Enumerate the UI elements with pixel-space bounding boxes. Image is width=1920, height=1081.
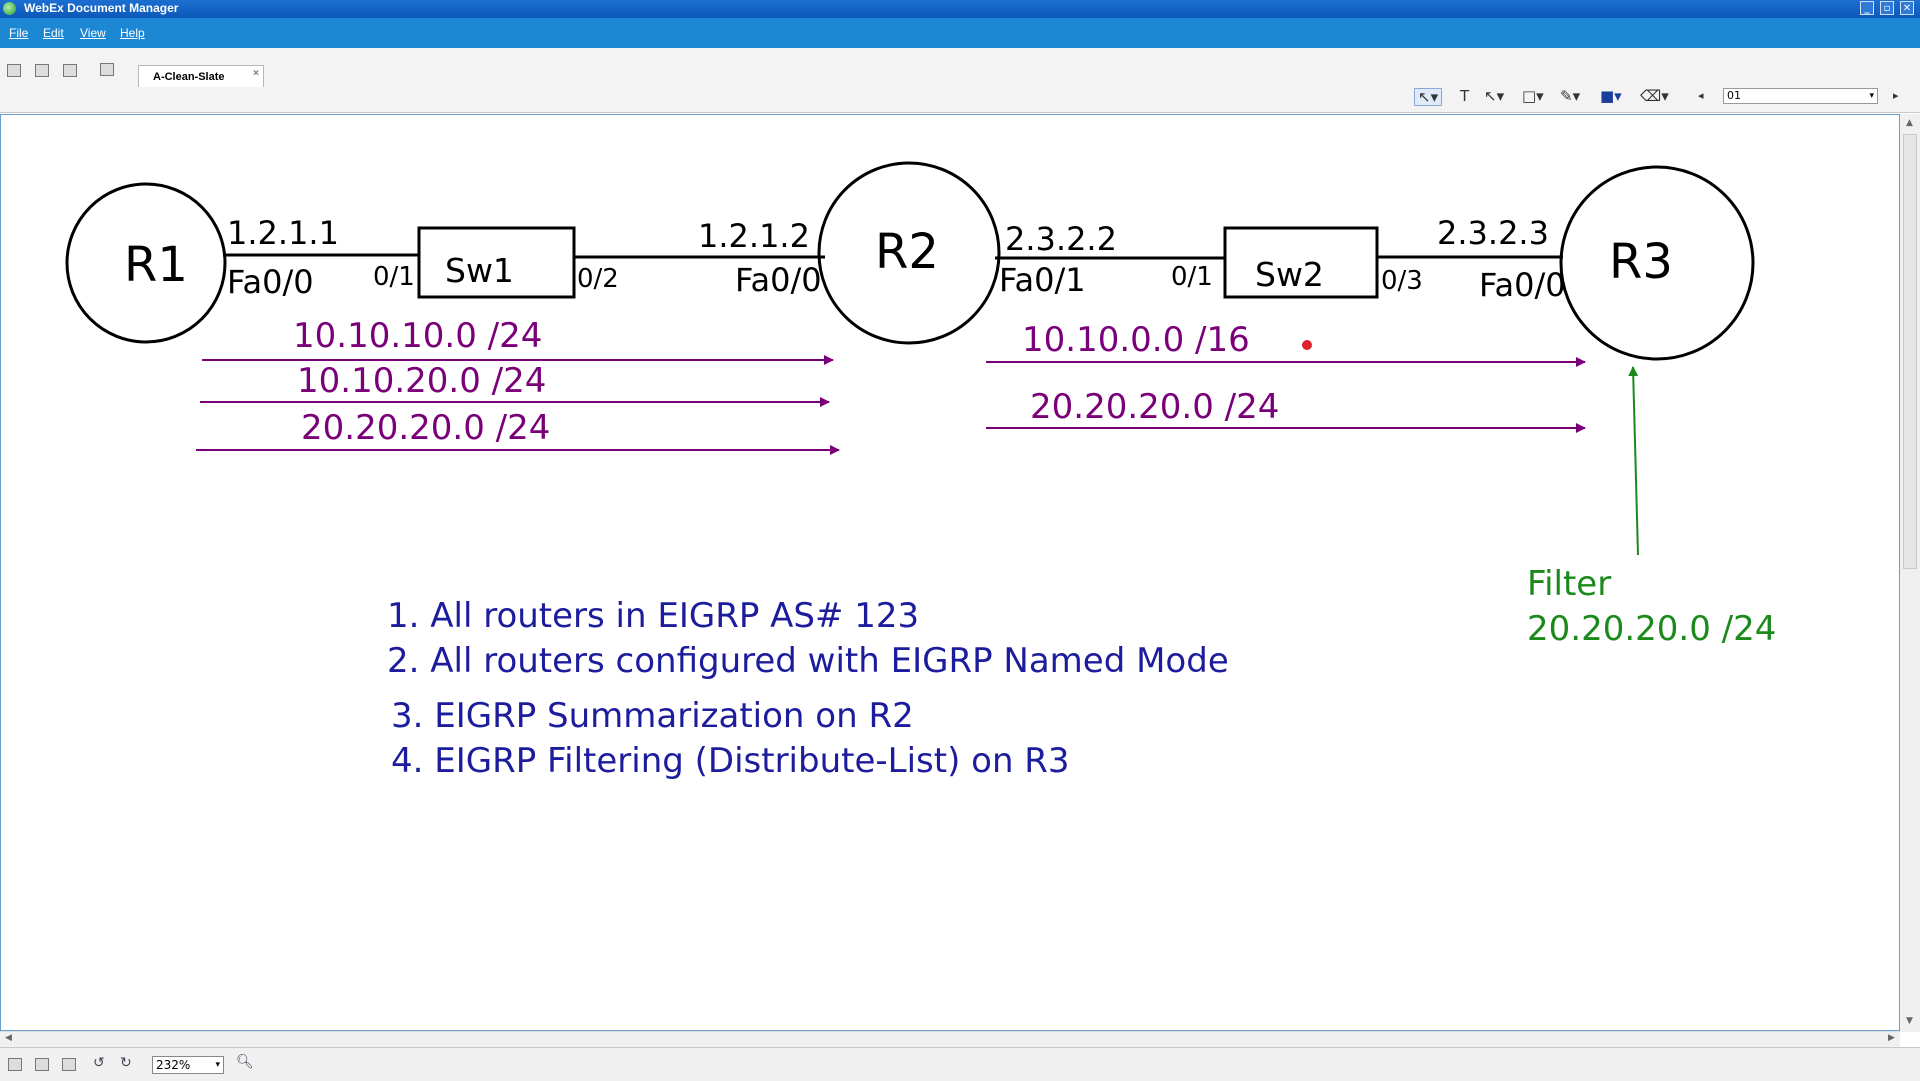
ip-r2-left: 1.2.1.2: [698, 217, 810, 255]
color-picker-icon[interactable]: ■▾: [1600, 88, 1622, 104]
note-2: 2. All routers configured with EIGRP Nam…: [387, 641, 1229, 681]
ip-r3: 2.3.2.3: [1437, 214, 1549, 252]
text-tool-icon[interactable]: T: [1460, 88, 1469, 104]
ip-r2-right: 2.3.2.2: [1005, 220, 1117, 258]
close-button[interactable]: ✕: [1900, 1, 1914, 15]
route-r2-1: 10.10.0.0 /16: [1022, 320, 1250, 360]
menu-edit[interactable]: Edit: [43, 26, 64, 40]
tab-a-clean-slate[interactable]: A-Clean-Slate ×: [138, 65, 264, 87]
note-3: 3. EIGRP Summarization on R2: [391, 696, 914, 736]
horizontal-scrollbar[interactable]: ◀ ▶: [0, 1031, 1900, 1048]
save-icon[interactable]: [35, 64, 49, 77]
chevron-down-icon: ▾: [1869, 91, 1874, 101]
rotate-right-icon[interactable]: ↻: [120, 1055, 132, 1071]
print-icon[interactable]: [63, 64, 77, 77]
menu-help[interactable]: Help: [120, 26, 145, 40]
rotate-left-icon[interactable]: ↺: [93, 1055, 105, 1071]
title-bar: WebEx Document Manager _ ▫ ✕: [0, 0, 1920, 18]
route-r1-1: 10.10.10.0 /24: [293, 316, 542, 356]
app-icon: [3, 2, 16, 15]
menu-file[interactable]: File: [9, 26, 28, 40]
route-r2-2: 20.20.20.0 /24: [1030, 387, 1279, 427]
ip-r1: 1.2.1.1: [227, 214, 339, 252]
minimize-button[interactable]: _: [1860, 1, 1874, 15]
port-sw1-left: 0/1: [373, 262, 415, 292]
route-r1-2: 10.10.20.0 /24: [297, 361, 546, 401]
note-1: 1. All routers in EIGRP AS# 123: [387, 596, 919, 636]
next-page-icon[interactable]: ▸: [1893, 88, 1899, 104]
port-sw2-right: 0/3: [1381, 266, 1423, 296]
port-r2-right: Fa0/1: [999, 261, 1086, 299]
new-document-icon[interactable]: [100, 63, 114, 76]
menu-view[interactable]: View: [80, 26, 106, 40]
toolbar: A-Clean-Slate × ↖▾ T ↖▾ □▾ ✎▾ ■▾ ⌫▾ ◂ 01…: [0, 48, 1920, 113]
laser-pointer-dot: [1302, 340, 1312, 350]
highlighter-tool-icon[interactable]: ✎▾: [1560, 88, 1580, 104]
single-page-view-icon[interactable]: [8, 1058, 22, 1071]
status-bar: ↺ ↻ 232% ▾ 🔍︎: [0, 1047, 1920, 1081]
port-r3: Fa0/0: [1479, 266, 1566, 304]
note-4: 4. EIGRP Filtering (Distribute-List) on …: [391, 741, 1070, 781]
line-tool-icon[interactable]: ↖▾: [1484, 88, 1504, 104]
port-sw2-left: 0/1: [1171, 262, 1213, 292]
switch-sw1-label: Sw1: [445, 251, 514, 290]
pointer-tool-icon[interactable]: ↖▾: [1414, 88, 1443, 106]
scrollbar-thumb[interactable]: [1903, 134, 1917, 569]
vertical-scrollbar[interactable]: ▲ ▼: [1900, 114, 1920, 1032]
chevron-down-icon: ▾: [215, 1060, 220, 1070]
filter-label: Filter: [1527, 564, 1611, 604]
window-title: WebEx Document Manager: [24, 1, 179, 15]
menu-bar: File Edit View Help: [0, 18, 1920, 48]
tab-label: A-Clean-Slate: [153, 71, 225, 83]
open-icon[interactable]: [7, 64, 21, 77]
router-r2-label: R2: [875, 224, 939, 280]
maximize-button[interactable]: ▫: [1880, 1, 1894, 15]
route-r1-3: 20.20.20.0 /24: [301, 408, 550, 448]
switch-sw2-label: Sw2: [1255, 255, 1324, 294]
filter-arrow: [1628, 366, 1639, 556]
whiteboard-canvas[interactable]: R1 R2 R3 Sw1 Sw2 1.2.1.1 1.2.1.2 2.3.2.2…: [0, 114, 1900, 1031]
router-r1-label: R1: [124, 237, 188, 293]
rectangle-tool-icon[interactable]: □▾: [1522, 88, 1544, 104]
router-r3-label: R3: [1609, 234, 1673, 290]
tab-close-icon[interactable]: ×: [253, 68, 259, 79]
page-select-value: 01: [1727, 89, 1741, 102]
zoom-value: 232%: [156, 1058, 191, 1072]
port-r2-left: Fa0/0: [735, 261, 822, 299]
network-diagram: R1 R2 R3 Sw1 Sw2 1.2.1.1 1.2.1.2 2.3.2.2…: [65, 161, 1776, 781]
zoom-select[interactable]: 232% ▾: [152, 1056, 224, 1074]
thumbnail-view-icon[interactable]: [62, 1058, 76, 1071]
filter-prefix: 20.20.20.0 /24: [1527, 609, 1776, 649]
two-page-view-icon[interactable]: [35, 1058, 49, 1071]
eraser-tool-icon[interactable]: ⌫▾: [1640, 88, 1669, 104]
zoom-icon[interactable]: 🔍︎: [236, 1054, 254, 1070]
previous-page-icon[interactable]: ◂: [1698, 88, 1704, 104]
scroll-up-icon[interactable]: ▲: [1906, 118, 1913, 128]
port-r1: Fa0/0: [227, 263, 314, 301]
port-sw1-right: 0/2: [577, 264, 619, 294]
page-select[interactable]: 01 ▾: [1723, 88, 1878, 104]
scroll-down-icon[interactable]: ▼: [1906, 1016, 1913, 1026]
scroll-right-icon[interactable]: ▶: [1888, 1033, 1895, 1043]
scroll-left-icon[interactable]: ◀: [5, 1033, 12, 1043]
